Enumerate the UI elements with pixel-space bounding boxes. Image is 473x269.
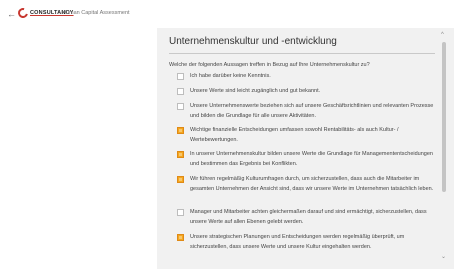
option-item[interactable]: Wichtige finanzielle Entscheidungen umfa…	[177, 126, 439, 145]
option-item[interactable]: Ich habe darüber keine Kenntnis.	[177, 72, 439, 82]
option-item[interactable]: Unsere strategischen Planungen und Entsc…	[177, 233, 439, 252]
option-item[interactable]: Wir führen regelmäßig Kulturumfragen dur…	[177, 175, 439, 194]
top-bar: ← CONSULTANCY Human Capital Assessment	[0, 0, 473, 28]
option-label: In unserer Unternehmenskultur bilden uns…	[190, 151, 433, 167]
assessment-panel: Unternehmenskultur und -entwicklung Welc…	[157, 28, 454, 269]
question-text: Welche der folgenden Aussagen treffen in…	[169, 62, 370, 68]
option-label: Wichtige finanzielle Entscheidungen umfa…	[190, 127, 399, 143]
option-checkbox[interactable]	[177, 209, 184, 216]
option-label: Ich habe darüber keine Kenntnis.	[190, 73, 271, 79]
option-checkbox-checked[interactable]	[177, 151, 184, 158]
chevron-up-icon[interactable]: ^	[441, 32, 444, 38]
option-checkbox[interactable]	[177, 103, 184, 110]
option-item[interactable]: In unserer Unternehmenskultur bilden uns…	[177, 150, 439, 169]
option-checkbox[interactable]	[177, 88, 184, 95]
option-item[interactable]: Unsere Werte sind leicht zugänglich und …	[177, 87, 439, 97]
option-label: Unsere Werte sind leicht zugänglich und …	[190, 88, 321, 94]
chevron-down-icon[interactable]: ⌄	[441, 253, 446, 260]
option-checkbox[interactable]	[177, 73, 184, 80]
section-title-divider	[169, 53, 435, 54]
scrollbar[interactable]: ^ ⌄	[438, 28, 452, 269]
app-title: Human Capital Assessment	[62, 10, 130, 16]
scrollbar-thumb[interactable]	[442, 42, 446, 192]
option-label: Unsere strategischen Planungen und Entsc…	[190, 234, 405, 250]
option-label: Wir führen regelmäßig Kulturumfragen dur…	[190, 176, 434, 192]
option-checkbox-checked[interactable]	[177, 176, 184, 183]
option-item[interactable]: Unsere Unternehmenswerte beziehen sich a…	[177, 102, 439, 121]
option-label: Unsere Unternehmenswerte beziehen sich a…	[190, 103, 434, 119]
arrow-left-icon[interactable]: ←	[7, 9, 16, 19]
option-item[interactable]: Manager und Mitarbeiter achten gleicherm…	[177, 208, 439, 227]
section-title: Unternehmenskultur und -entwicklung	[169, 36, 337, 47]
option-label: Manager und Mitarbeiter achten gleicherm…	[190, 209, 427, 225]
option-checkbox-checked[interactable]	[177, 127, 184, 134]
logo-mark-icon	[16, 6, 30, 20]
option-checkbox-checked[interactable]	[177, 234, 184, 241]
